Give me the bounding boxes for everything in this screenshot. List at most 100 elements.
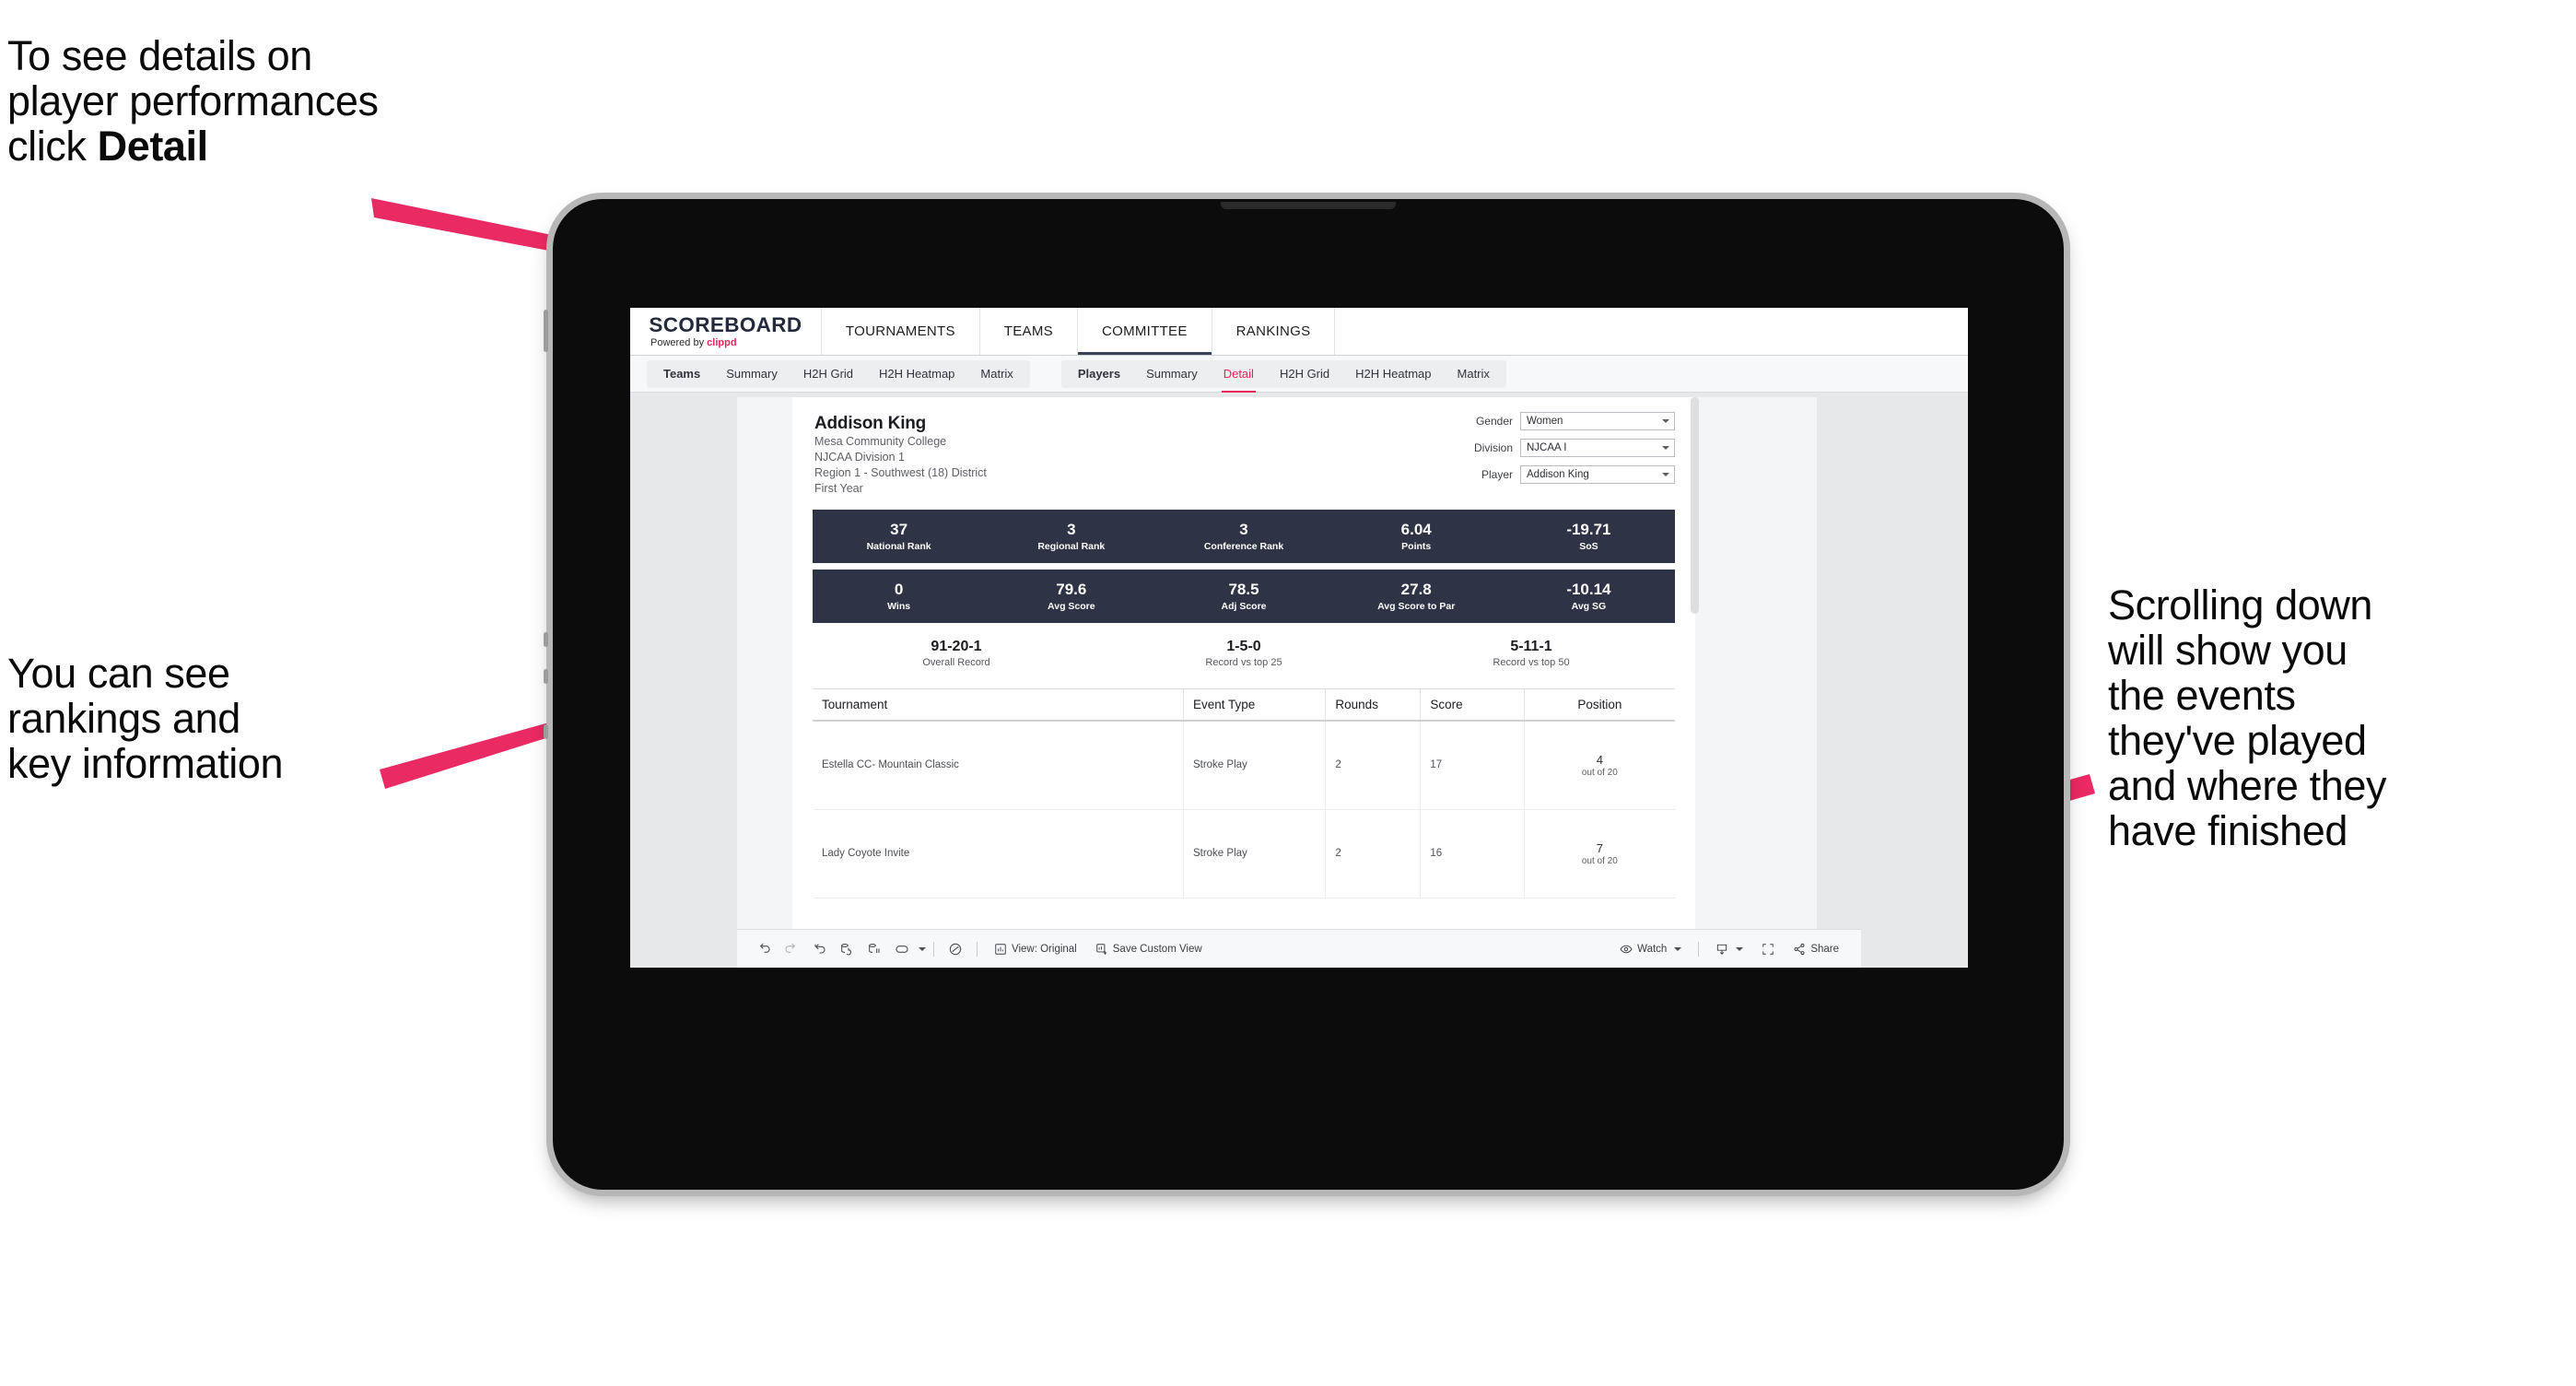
tab-teams-h2h-grid[interactable]: H2H Grid: [790, 360, 866, 388]
watch-button[interactable]: Watch: [1610, 935, 1691, 963]
secondary-tab-bar: Teams Summary H2H Grid H2H Heatmap Matri…: [630, 356, 1968, 393]
save-custom-view-button[interactable]: Save Custom View: [1086, 935, 1212, 963]
filter-division-value: NJCAA I: [1527, 442, 1567, 453]
toolbar-divider: [1698, 941, 1700, 957]
app-logo[interactable]: SCOREBOARD Powered by clippd: [630, 308, 822, 355]
tablet-volume-up-button: [544, 632, 548, 647]
stat-conference-rank: 3 Conference Rank: [1157, 521, 1329, 552]
events-table: Tournament Event Type Rounds Score Posit…: [813, 688, 1675, 899]
filter-division-select[interactable]: NJCAA I: [1520, 439, 1675, 457]
eye-icon: [1620, 945, 1633, 953]
nav-item-teams[interactable]: TEAMS: [980, 308, 1078, 355]
pause-data-icon[interactable]: [861, 935, 888, 963]
filter-panel: Gender Women Division NJCAA I Player Add…: [1435, 412, 1675, 484]
teams-tab-group: Teams Summary H2H Grid H2H Heatmap Matri…: [647, 359, 1030, 388]
cell-rounds: 2: [1325, 721, 1422, 810]
cell-score: 16: [1420, 809, 1525, 899]
chevron-down-icon: [1736, 946, 1744, 951]
column-header-score[interactable]: Score: [1420, 689, 1525, 722]
nav-item-rankings[interactable]: RANKINGS: [1212, 308, 1336, 355]
column-header-rounds[interactable]: Rounds: [1325, 689, 1422, 722]
stat-avg-score: 79.6 Avg Score: [985, 581, 1157, 612]
chart-view-icon: [995, 943, 1006, 955]
undo-icon[interactable]: [750, 935, 778, 963]
tab-players-summary[interactable]: Summary: [1133, 360, 1211, 388]
nav-item-tournaments[interactable]: TOURNAMENTS: [822, 308, 980, 355]
table-row[interactable]: Estella CC- Mountain Classic Stroke Play…: [813, 721, 1675, 810]
stat-regional-rank-value: 3: [1067, 521, 1076, 539]
record-vs-top-25-value: 1-5-0: [1226, 639, 1261, 654]
stat-conference-rank-label: Conference Rank: [1203, 540, 1284, 552]
redo-icon[interactable]: [778, 935, 805, 963]
table-header-row: Tournament Event Type Rounds Score Posit…: [813, 689, 1675, 722]
stat-national-rank: 37 National Rank: [813, 521, 985, 552]
filter-division-label: Division: [1473, 441, 1513, 454]
app-header: SCOREBOARD Powered by clippd TOURNAMENTS…: [630, 308, 1968, 356]
tab-players[interactable]: Players: [1065, 360, 1133, 388]
share-icon: [1794, 943, 1805, 955]
stat-conference-rank-value: 3: [1239, 521, 1248, 539]
cell-position: 4 out of 20: [1524, 721, 1675, 810]
download-button[interactable]: [1706, 935, 1752, 963]
tablet-volume-down-button: [544, 669, 548, 684]
stat-wins-label: Wins: [887, 600, 911, 612]
tablet-screen: SCOREBOARD Powered by clippd TOURNAMENTS…: [630, 308, 1968, 968]
filter-player-label: Player: [1481, 468, 1513, 481]
stat-avg-score-to-par: 27.8 Avg Score to Par: [1330, 581, 1503, 612]
tab-players-h2h-grid[interactable]: H2H Grid: [1267, 360, 1342, 388]
chevron-down-icon: [1674, 946, 1682, 951]
stat-points-label: Points: [1401, 540, 1432, 552]
record-vs-top-50: 5-11-1 Record vs top 50: [1388, 638, 1675, 668]
nav-item-committee[interactable]: COMMITTEE: [1078, 308, 1212, 355]
tab-teams-summary[interactable]: Summary: [713, 360, 790, 388]
stat-regional-rank: 3 Regional Rank: [985, 521, 1157, 552]
tab-teams[interactable]: Teams: [650, 360, 713, 388]
tablet-device-frame: SCOREBOARD Powered by clippd TOURNAMENTS…: [544, 199, 2064, 1190]
column-header-tournament[interactable]: Tournament: [813, 689, 1184, 722]
record-vs-top-25-label: Record vs top 25: [1205, 657, 1282, 669]
logo-brand-clippd: clippd: [707, 336, 737, 348]
refresh-data-icon[interactable]: [833, 935, 861, 963]
tablet-power-button: [544, 310, 548, 352]
tab-teams-matrix[interactable]: Matrix: [967, 360, 1025, 388]
tab-players-matrix[interactable]: Matrix: [1445, 360, 1503, 388]
filter-gender-select[interactable]: Women: [1520, 412, 1675, 430]
column-header-event-type[interactable]: Event Type: [1183, 689, 1327, 722]
stat-avg-score-label: Avg Score: [1048, 600, 1095, 612]
stats-row-rankings: 37 National Rank 3 Regional Rank 3 Confe…: [813, 510, 1675, 563]
fullscreen-button[interactable]: [1752, 935, 1784, 963]
stat-wins-value: 0: [894, 581, 904, 599]
stat-avg-score-value: 79.6: [1056, 581, 1087, 599]
revert-icon[interactable]: [805, 935, 833, 963]
tab-teams-h2h-heatmap[interactable]: H2H Heatmap: [866, 360, 967, 388]
player-header: Addison King Mesa Community College NJCA…: [792, 397, 1695, 497]
records-row: 91-20-1 Overall Record 1-5-0 Record vs t…: [813, 638, 1675, 668]
cell-event-type: Stroke Play: [1183, 809, 1327, 899]
cell-score: 17: [1420, 721, 1525, 810]
chevron-down-icon: [1662, 419, 1669, 423]
chevron-down-icon[interactable]: [919, 946, 926, 951]
column-header-position[interactable]: Position: [1524, 689, 1675, 722]
stat-national-rank-value: 37: [890, 521, 908, 539]
cell-tournament: Estella CC- Mountain Classic: [813, 721, 1184, 810]
device-layout-icon[interactable]: [888, 935, 916, 963]
player-detail-card: Addison King Mesa Community College NJCA…: [792, 397, 1699, 929]
record-vs-top-25: 1-5-0 Record vs top 25: [1100, 638, 1388, 668]
filter-player-select[interactable]: Addison King: [1520, 465, 1675, 484]
stat-avg-sg-value: -10.14: [1566, 581, 1611, 599]
view-original-button[interactable]: View: Original: [985, 935, 1086, 963]
stat-avg-score-to-par-label: Avg Score to Par: [1377, 600, 1456, 612]
annotation-top-left-bold: Detail: [97, 123, 209, 170]
cell-position-outof: out of 20: [1581, 855, 1618, 866]
tablet-speaker: [1221, 202, 1396, 209]
watch-label: Watch: [1637, 943, 1668, 955]
annotation-top-left: To see details on player performances cl…: [7, 33, 634, 169]
tab-players-h2h-heatmap[interactable]: H2H Heatmap: [1342, 360, 1444, 388]
record-vs-top-50-value: 5-11-1: [1510, 639, 1552, 654]
record-overall-value: 91-20-1: [931, 639, 982, 654]
share-button[interactable]: Share: [1784, 935, 1848, 963]
pause-auto-update-icon[interactable]: [942, 935, 969, 963]
table-row[interactable]: Lady Coyote Invite Stroke Play 2 16 7 ou…: [813, 809, 1675, 899]
filter-player-value: Addison King: [1527, 469, 1589, 480]
tab-players-detail[interactable]: Detail: [1211, 360, 1267, 393]
